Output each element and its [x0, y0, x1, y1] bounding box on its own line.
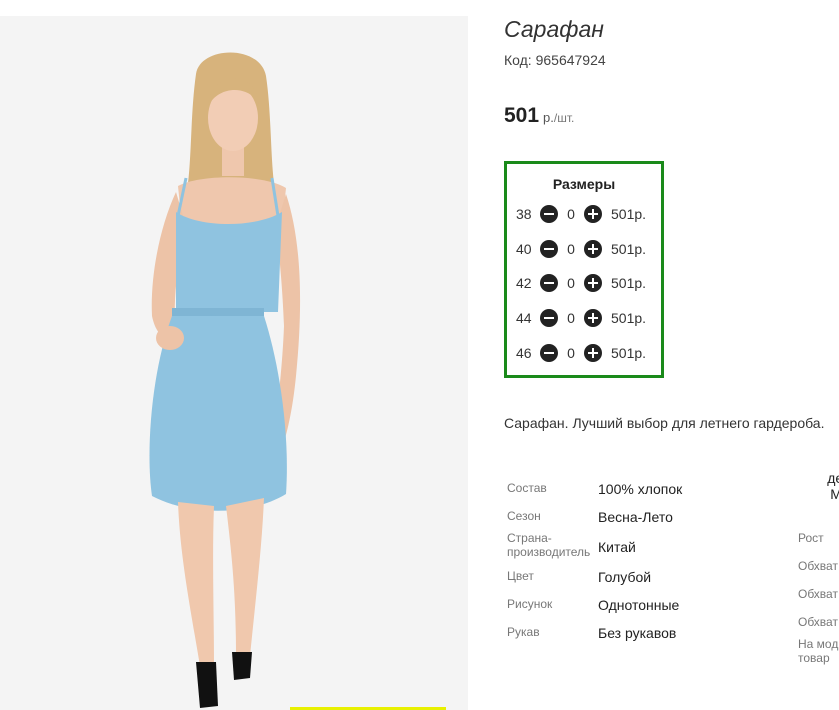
price-value: 501	[504, 104, 540, 127]
model-param-label: Обхват	[798, 587, 838, 601]
size-price: 501р.	[611, 206, 647, 222]
price-per-unit: /шт.	[553, 111, 575, 125]
product-photo[interactable]	[0, 16, 468, 710]
model-param-label: Обхват	[798, 615, 838, 629]
size-label: 44	[516, 310, 532, 326]
plus-circle-icon[interactable]	[584, 274, 602, 292]
model-param-label: Обхват	[798, 559, 838, 573]
spec-value: Без рукавов	[598, 625, 677, 641]
spec-value: Китай	[598, 539, 636, 555]
size-price: 501р.	[611, 241, 647, 257]
spec-label: Сезон	[507, 509, 541, 523]
size-price: 501р.	[611, 310, 647, 326]
model-params-heading: дем Мо	[790, 470, 839, 502]
size-row: 40 0 501р.	[507, 238, 661, 260]
size-row: 46 0 501р.	[507, 342, 661, 364]
quantity-value: 0	[567, 241, 575, 257]
plus-circle-icon[interactable]	[584, 309, 602, 327]
size-label: 42	[516, 275, 532, 291]
spec-value: Весна-Лето	[598, 509, 673, 525]
size-price: 501р.	[611, 275, 647, 291]
model-in-dress-image	[0, 16, 468, 710]
plus-circle-icon[interactable]	[584, 205, 602, 223]
minus-circle-icon[interactable]	[540, 274, 558, 292]
model-param-label: Рост	[798, 531, 824, 545]
price-currency: р.	[543, 110, 554, 125]
size-label: 38	[516, 206, 532, 222]
minus-circle-icon[interactable]	[540, 309, 558, 327]
model-params-heading-line1: дем	[827, 470, 839, 486]
quantity-value: 0	[567, 310, 575, 326]
product-code: Код: 965647924	[504, 52, 606, 68]
minus-circle-icon[interactable]	[540, 344, 558, 362]
minus-circle-icon[interactable]	[540, 240, 558, 258]
model-params-heading-line2: Мо	[830, 486, 839, 502]
sizes-title: Размеры	[552, 176, 616, 192]
size-row: 38 0 501р.	[507, 203, 661, 225]
quantity-value: 0	[567, 345, 575, 361]
product-title: Сарафан	[504, 16, 604, 42]
size-label: 40	[516, 241, 532, 257]
plus-circle-icon[interactable]	[584, 240, 602, 258]
model-param-label: На мод товар	[798, 637, 839, 665]
model-parameters: дем Мо Рост Обхват Обхват Обхват На мод …	[790, 470, 839, 670]
spec-label: Страна-производитель	[507, 531, 591, 559]
size-row: 42 0 501р.	[507, 272, 661, 294]
spec-value: Голубой	[598, 569, 652, 585]
size-price: 501р.	[611, 345, 647, 361]
spec-label: Цвет	[507, 569, 534, 583]
product-description: Сарафан. Лучший выбор для летнего гардер…	[504, 415, 825, 431]
spec-value: Однотонные	[598, 597, 680, 613]
minus-circle-icon[interactable]	[540, 205, 558, 223]
price: 501 р./шт.	[504, 104, 574, 128]
quantity-value: 0	[567, 275, 575, 291]
spec-label: Рисунок	[507, 597, 553, 611]
sizes-selector: Размеры 38 0 501р. 40 0 501р. 42 0 501р.…	[504, 161, 664, 378]
quantity-value: 0	[567, 206, 575, 222]
spec-label: Рукав	[507, 625, 540, 639]
size-label: 46	[516, 345, 532, 361]
size-row: 44 0 501р.	[507, 307, 661, 329]
plus-circle-icon[interactable]	[584, 344, 602, 362]
spec-label: Состав	[507, 481, 547, 495]
spec-value: 100% хлопок	[598, 481, 683, 497]
